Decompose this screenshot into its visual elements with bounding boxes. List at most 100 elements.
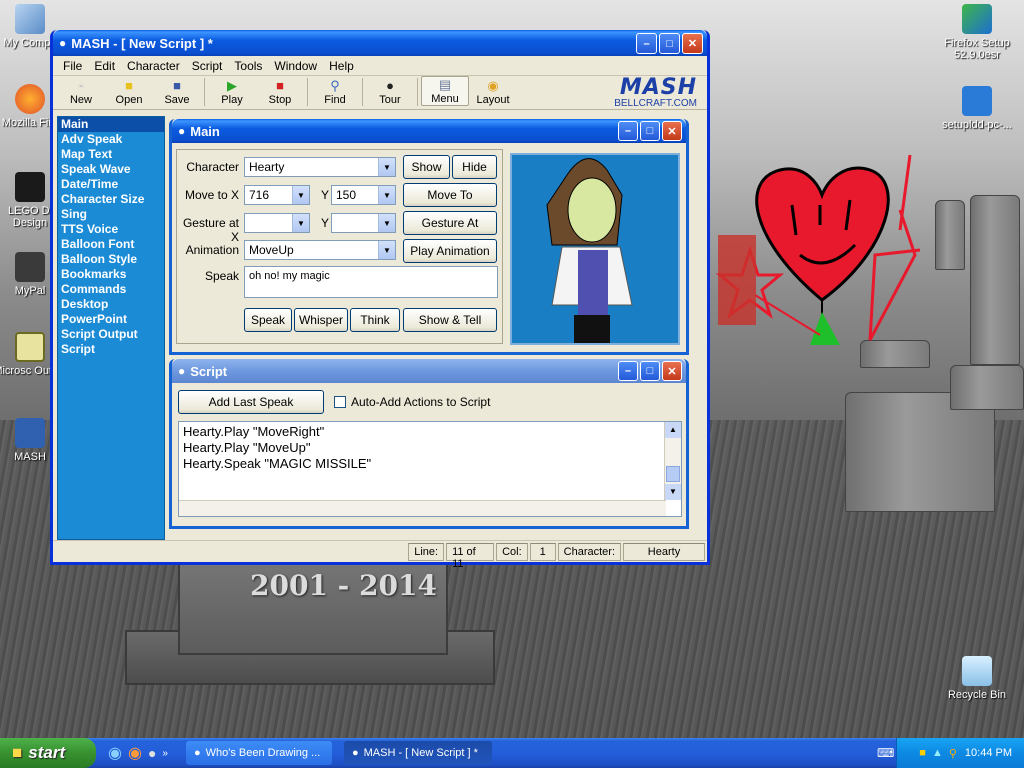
sidebar-item-character-size[interactable]: Character Size (58, 192, 164, 207)
hide-button[interactable]: Hide (452, 155, 497, 179)
internet-explorer-icon[interactable]: ◉ (108, 743, 122, 763)
auto-add-checkbox-row[interactable]: Auto-Add Actions to Script (334, 395, 490, 409)
toolbar-separator (204, 78, 205, 106)
show-button[interactable]: Show (403, 155, 450, 179)
firefox-quicklaunch-icon[interactable]: ◉ (128, 743, 142, 763)
line-label: Line: (408, 542, 445, 561)
script-minimize-button[interactable]: – (618, 361, 638, 381)
gesture-y-select[interactable]: ▼ (331, 213, 396, 233)
sidebar-item-balloon-font[interactable]: Balloon Font (58, 237, 164, 252)
menu-tools[interactable]: Tools (228, 59, 268, 73)
tour-button[interactable]: ● Tour (366, 78, 414, 106)
vertical-scrollbar[interactable]: ▲ ▼ (664, 422, 681, 500)
green-shape (810, 312, 840, 345)
menu-window[interactable]: Window (268, 59, 323, 73)
sidebar-item-balloon-style[interactable]: Balloon Style (58, 252, 164, 267)
speak-input[interactable]: oh no! my magic (244, 266, 498, 298)
close-button[interactable]: ✕ (682, 33, 703, 54)
sidebar-item-date-time[interactable]: Date/Time (58, 177, 164, 192)
play-button[interactable]: ▶ Play (208, 78, 256, 106)
new-button[interactable]: ▫ New (57, 78, 105, 106)
open-button[interactable]: ■ Open (105, 78, 153, 106)
menu-script[interactable]: Script (186, 59, 229, 73)
keyboard-icon[interactable]: ⌨ (877, 746, 894, 760)
menu-toggle-button[interactable]: ▤ Menu (421, 76, 469, 106)
move-x-select[interactable]: 716 ▼ (244, 185, 310, 205)
sidebar-item-sing[interactable]: Sing (58, 207, 164, 222)
sidebar-item-desktop[interactable]: Desktop (58, 297, 164, 312)
security-shield-icon[interactable]: ■ (919, 747, 926, 759)
mash-logo: MASH BELLCRAFT.COM (614, 77, 697, 109)
red-line (754, 294, 821, 336)
script-editor[interactable]: Hearty.Play "MoveRight" Hearty.Play "Mov… (178, 421, 682, 517)
desktop-icon-setupldd[interactable]: setupldd-pc-... (934, 86, 1020, 131)
network-icon[interactable]: ▲ (932, 747, 943, 759)
sidebar-item-powerpoint[interactable]: PowerPoint (58, 312, 164, 327)
quick-launch: ◉ ◉ ● » (108, 743, 168, 763)
menu-edit[interactable]: Edit (88, 59, 121, 73)
sidebar-item-map-text[interactable]: Map Text (58, 147, 164, 162)
maximize-button[interactable]: □ (659, 33, 680, 54)
mypal-icon (15, 252, 45, 282)
scroll-thumb[interactable] (666, 466, 680, 482)
add-last-speak-button[interactable]: Add Last Speak (178, 390, 324, 414)
script-close-button[interactable]: ✕ (662, 361, 682, 381)
move-to-button[interactable]: Move To (403, 183, 497, 207)
sidebar-item-script-output[interactable]: Script Output (58, 327, 164, 342)
sidebar-item-adv-speak[interactable]: Adv Speak (58, 132, 164, 147)
desktop-icon-firefox-setup[interactable]: Firefox Setup 52.9.0esr (934, 4, 1020, 61)
character-select[interactable]: Hearty ▼ (244, 157, 396, 177)
whisper-button[interactable]: Whisper (294, 308, 348, 332)
desktop-icon-recycle-bin[interactable]: Recycle Bin (934, 656, 1020, 701)
main-close-button[interactable]: ✕ (662, 121, 682, 141)
menu-file[interactable]: File (57, 59, 88, 73)
gesture-at-button[interactable]: Gesture At (403, 211, 497, 235)
speak-button[interactable]: Speak (244, 308, 292, 332)
gesture-x-select[interactable]: ▼ (244, 213, 310, 233)
move-y-select[interactable]: 150 ▼ (331, 185, 396, 205)
menu-help[interactable]: Help (323, 59, 360, 73)
character-status-value: Hearty (623, 542, 705, 561)
chevron-right-icon[interactable]: » (162, 748, 168, 759)
mash-title-bar[interactable]: ● MASH - [ New Script ] * – □ ✕ (53, 30, 707, 56)
script-panel-title: Script (190, 363, 228, 379)
layout-button[interactable]: ◉ Layout (469, 78, 517, 106)
mash-quicklaunch-icon[interactable]: ● (148, 745, 156, 761)
scroll-up-arrow[interactable]: ▲ (665, 422, 681, 438)
search-icon[interactable]: ⚲ (949, 747, 957, 760)
horizontal-scrollbar[interactable] (179, 500, 666, 516)
script-line: Hearty.Play "MoveRight" (183, 424, 325, 439)
save-button[interactable]: ■ Save (153, 78, 201, 106)
stop-button[interactable]: ■ Stop (256, 78, 304, 106)
start-button[interactable]: ■ start (0, 738, 96, 768)
script-maximize-button[interactable]: □ (640, 361, 660, 381)
main-panel-title: Main (190, 123, 220, 139)
find-button[interactable]: ⚲ Find (311, 78, 359, 106)
minimize-button[interactable]: – (636, 33, 657, 54)
sidebar-item-speak-wave[interactable]: Speak Wave (58, 162, 164, 177)
sidebar-item-commands[interactable]: Commands (58, 282, 164, 297)
character-status-label: Character: (557, 542, 621, 561)
play-animation-button[interactable]: Play Animation (403, 239, 497, 263)
main-minimize-button[interactable]: – (618, 121, 638, 141)
main-panel-title-bar[interactable]: ● Main – □ ✕ (172, 119, 686, 143)
script-panel-title-bar[interactable]: ● Script – □ ✕ (172, 359, 686, 383)
menu-character[interactable]: Character (121, 59, 186, 73)
animation-select[interactable]: MoveUp ▼ (244, 240, 396, 260)
toolbar: ▫ New ■ Open ■ Save ▶ Play ■ Stop ⚲ Find ● Tour… (53, 76, 707, 110)
think-button[interactable]: Think (350, 308, 400, 332)
taskbar-item-whos-been-drawing[interactable]: ● Who's Been Drawing ... (185, 741, 332, 765)
sidebar-item-main[interactable]: Main (58, 117, 164, 132)
scroll-down-arrow[interactable]: ▼ (665, 484, 681, 500)
sidebar-item-bookmarks[interactable]: Bookmarks (58, 267, 164, 282)
taskbar-item-mash[interactable]: ● MASH - [ New Script ] * (343, 741, 492, 765)
new-file-icon: ▫ (78, 78, 84, 93)
main-maximize-button[interactable]: □ (640, 121, 660, 141)
sidebar-item-script[interactable]: Script (58, 342, 164, 357)
show-and-tell-button[interactable]: Show & Tell (403, 308, 497, 332)
gesture-x-label: Gesture at X (182, 216, 239, 244)
main-panel-window: ● Main – □ ✕ Character Hearty ▼ Show Hide… (169, 119, 689, 355)
sidebar-item-tts-voice[interactable]: TTS Voice (58, 222, 164, 237)
chevron-down-icon: ▼ (378, 186, 395, 204)
auto-add-checkbox[interactable] (334, 396, 346, 408)
